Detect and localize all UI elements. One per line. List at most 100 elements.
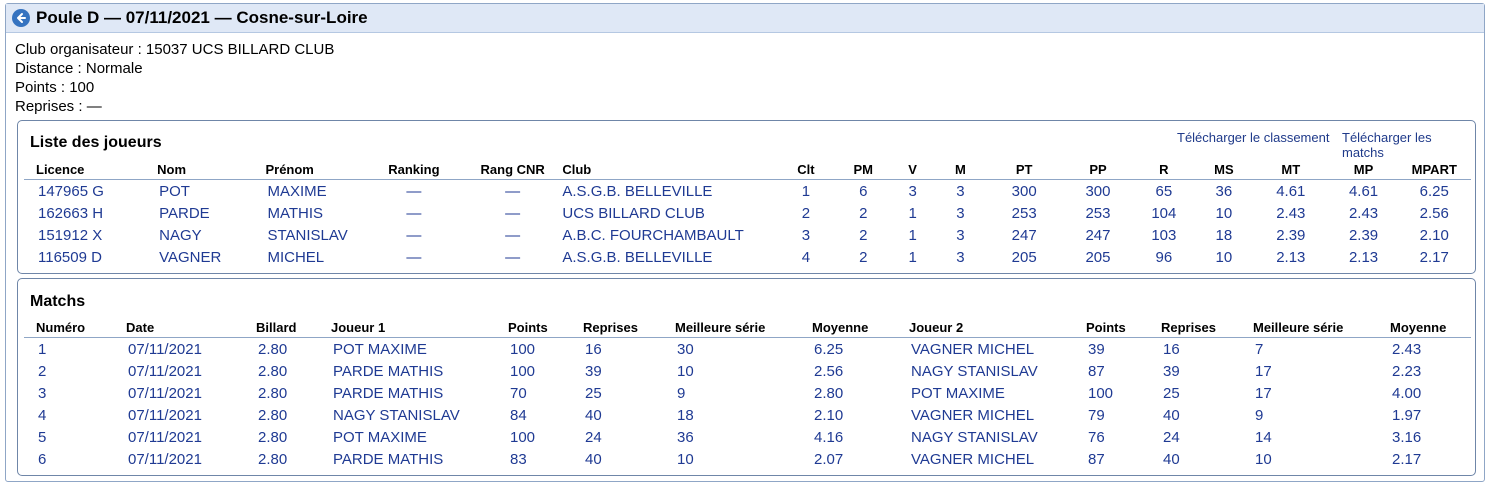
player-cell-ranking: — [406,204,422,222]
player-row[interactable]: 151912 X NAGY STANISLAV — — A.B.C. FOURCHAMBA… [24,224,1471,246]
match-cell-joueur2: NAGY STANISLAV [911,428,1038,446]
matches-header-row: Numéro Date Billard Joueur 1 Points Repr… [24,317,1471,338]
player-cell-licence: 147965 G [24,179,146,202]
player-cell-licence: 151912 X [38,226,103,244]
match-cell-numero: 1 [24,337,114,360]
col-licence: Licence [36,161,85,177]
player-cell-club: A.S.G.B. BELLEVILLE [562,248,713,266]
col-club: Club [562,161,592,177]
match-row[interactable]: 2 07/11/2021 2.80 PARDE MATHIS 100 39 10 2.56 NA… [24,360,1471,382]
players-title: Liste des joueurs [30,134,162,151]
matches-table: Numéro Date Billard Joueur 1 Points Repr… [24,317,1471,470]
player-cell-clt: 2 [801,204,811,222]
match-row[interactable]: 3 07/11/2021 2.80 PARDE MATHIS 70 25 9 2.80 POT … [24,382,1471,404]
points: Points : 100 [15,79,95,96]
player-cell-prenom: MAXIME [253,179,361,202]
player-cell-clt: 3 [801,226,811,244]
match-cell-moyenne1: 2.56 [814,362,844,380]
col-nom: Nom [157,161,186,177]
match-cell-billard: 2.80 [258,428,288,446]
match-cell-points2: 100 [1088,384,1114,402]
player-cell-pt: 300 [984,179,1064,202]
player-row[interactable]: 162663 H PARDE MATHIS — — UCS BILLARD CLUB 2 2 1… [24,202,1471,224]
match-row[interactable]: 5 07/11/2021 2.80 POT MAXIME 100 24 36 4.16 NAGY… [24,426,1471,448]
back-arrow-icon[interactable] [12,9,30,27]
match-cell-date: 07/11/2021 [128,384,202,402]
match-cell-points2: 87 [1088,450,1105,468]
player-cell-ranking: — [406,248,422,266]
match-cell-reprises2: 24 [1163,428,1180,446]
match-cell-joueur1: POT MAXIME [319,337,496,360]
player-cell-rang-cnr: — [505,226,521,244]
col-mp: MP [1353,161,1374,177]
match-cell-meilleure-serie2: 17 [1255,362,1272,380]
match-cell-meilleure-serie1: 9 [677,384,686,402]
player-cell-pm: 2 [859,248,868,266]
col-rang-cnr: Rang CNR [480,161,545,177]
player-cell-rang-cnr: — [505,204,521,222]
player-row[interactable]: 116509 D VAGNER MICHEL — — A.S.G.B. BELLEVILL… [24,246,1471,268]
matches-section: Matchs Numéro Date Billard Joueur 1 Poin… [17,278,1476,476]
match-cell-moyenne1: 6.25 [800,337,897,360]
download-ranking-link[interactable]: Télécharger le classement [1177,130,1329,145]
match-cell-meilleure-serie1: 30 [663,337,800,360]
match-cell-billard: 2.80 [258,362,288,380]
col-joueur1: Joueur 1 [331,319,386,335]
col-ms: MS [1214,161,1234,177]
player-cell-nom: PARDE [159,204,210,222]
match-cell-billard: 2.80 [258,450,288,468]
player-cell-club: UCS BILLARD CLUB [562,204,705,222]
col-m: M [955,161,966,177]
match-cell-meilleure-serie1: 10 [677,450,694,468]
match-cell-meilleure-serie1: 18 [677,406,694,424]
match-cell-reprises1: 40 [585,406,602,424]
match-cell-points1: 100 [510,428,536,446]
player-cell-r: 96 [1155,248,1173,266]
match-cell-date: 07/11/2021 [128,450,202,468]
col-meilleure-serie2: Meilleure série [1253,319,1344,335]
player-cell-m: 3 [936,179,985,202]
match-cell-points2: 76 [1088,428,1105,446]
player-cell-club: A.B.C. FOURCHAMBAULT [562,226,744,244]
player-cell-pm: 2 [859,204,868,222]
match-cell-billard: 2.80 [244,337,319,360]
player-cell-pt: 205 [1011,248,1037,266]
player-cell-nom: NAGY [159,226,202,244]
player-cell-r: 65 [1131,179,1196,202]
match-cell-meilleure-serie2: 17 [1255,384,1272,402]
col-billard: Billard [256,319,297,335]
distance: Distance : Normale [15,60,143,77]
match-cell-numero: 5 [38,428,47,446]
player-cell-pp: 300 [1064,179,1132,202]
player-cell-v: 1 [908,226,917,244]
player-cell-pp: 253 [1085,204,1111,222]
match-cell-reprises1: 24 [585,428,602,446]
player-row[interactable]: 147965 G POT MAXIME — — A.S.G.B. BELLEVILLE 1 6… [24,179,1471,202]
col-numero: Numéro [36,319,86,335]
match-cell-reprises2: 25 [1163,384,1180,402]
match-row[interactable]: 4 07/11/2021 2.80 NAGY STANISLAV 84 40 18 2.10 V… [24,404,1471,426]
player-cell-ms: 36 [1195,179,1253,202]
player-cell-ms: 10 [1215,248,1233,266]
panel-header: Poule D — 07/11/2021 — Cosne-sur-Loire [6,4,1484,33]
player-cell-pt: 253 [1011,204,1037,222]
match-cell-date: 07/11/2021 [128,362,202,380]
match-cell-reprises1: 16 [571,337,663,360]
match-cell-reprises1: 25 [585,384,602,402]
download-matches-link[interactable]: Télécharger les matchs [1342,130,1475,160]
player-cell-r: 103 [1151,226,1177,244]
match-cell-moyenne1: 2.07 [814,450,844,468]
competition-info: Club organisateur : 15037 UCS BILLARD CL… [6,33,1484,116]
col-date: Date [126,319,155,335]
match-cell-points1: 84 [510,406,527,424]
player-cell-clt: 4 [801,248,811,266]
match-cell-reprises1: 39 [585,362,602,380]
players-table: Licence Nom Prénom Ranking Rang CNR Club… [24,159,1471,268]
match-cell-joueur2: POT MAXIME [911,384,1005,402]
match-row[interactable]: 1 07/11/2021 2.80 POT MAXIME 100 16 30 6.25 VAGN… [24,337,1471,360]
match-cell-joueur1: POT MAXIME [333,428,427,446]
match-row[interactable]: 6 07/11/2021 2.80 PARDE MATHIS 83 40 10 2.07 VAG… [24,448,1471,470]
player-cell-mt: 2.39 [1276,226,1306,244]
player-cell-r: 104 [1151,204,1177,222]
player-cell-nom: VAGNER [159,248,222,266]
